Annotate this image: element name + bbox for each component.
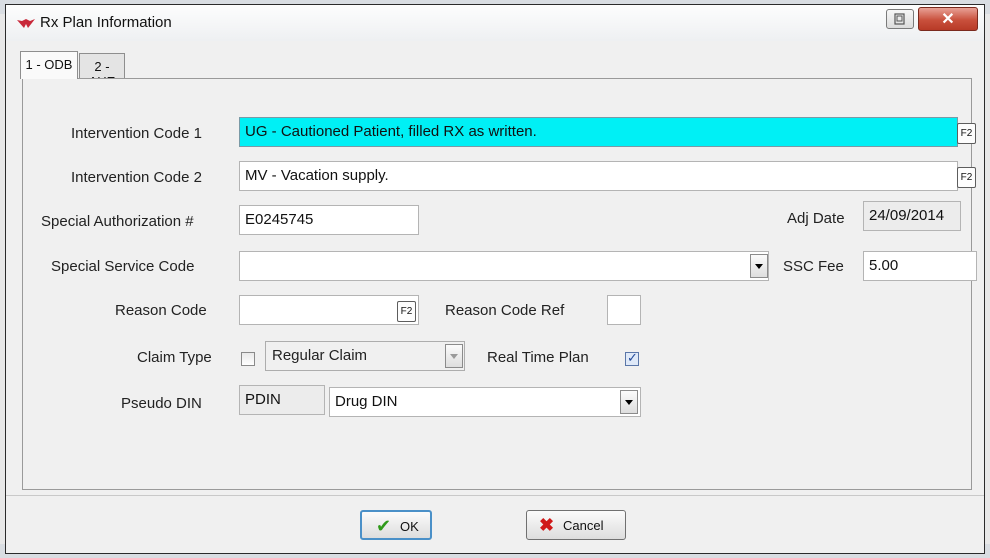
pseudo-din-field: PDIN bbox=[239, 385, 325, 415]
chevron-down-icon bbox=[625, 400, 633, 405]
real-time-plan-label: Real Time Plan bbox=[487, 349, 589, 366]
drug-din-dropdown-button[interactable] bbox=[620, 390, 638, 414]
adj-date-field: 24/09/2014 bbox=[863, 201, 961, 231]
reason-code-label: Reason Code bbox=[115, 302, 207, 319]
intervention-code-2-label: Intervention Code 2 bbox=[71, 169, 202, 186]
pseudo-din-label: Pseudo DIN bbox=[121, 395, 202, 412]
close-icon: ✕ bbox=[941, 11, 955, 28]
dialog-footer: ✔ OK ✖ Cancel bbox=[6, 495, 984, 554]
title-bar: Rx Plan Information ✕ bbox=[6, 5, 984, 41]
reason-code-ref-field[interactable] bbox=[607, 295, 641, 325]
cancel-button[interactable]: ✖ Cancel bbox=[526, 510, 626, 540]
rx-plan-dialog: Rx Plan Information ✕ 1 - ODB 2 - AHE In… bbox=[5, 4, 985, 554]
app-logo-icon bbox=[17, 19, 35, 28]
special-service-code-select[interactable] bbox=[239, 251, 769, 281]
ok-button[interactable]: ✔ OK bbox=[360, 510, 432, 540]
chevron-down-icon bbox=[450, 354, 458, 359]
claim-type-select: Regular Claim bbox=[265, 341, 465, 371]
special-service-code-dropdown-button[interactable] bbox=[750, 254, 768, 278]
intervention-code-1-field[interactable]: UG - Cautioned Patient, filled RX as wri… bbox=[239, 117, 958, 147]
real-time-plan-checkbox[interactable]: ✓ bbox=[625, 350, 639, 366]
intervention-code-2-field[interactable]: MV - Vacation supply. bbox=[239, 161, 958, 191]
tab-ahe[interactable]: 2 - AHE bbox=[79, 53, 125, 89]
cancel-button-label: Cancel bbox=[563, 518, 604, 533]
drug-din-select[interactable]: Drug DIN bbox=[329, 387, 641, 417]
ssc-fee-field[interactable]: 5.00 bbox=[863, 251, 977, 281]
tab-odb[interactable]: 1 - ODB bbox=[20, 51, 78, 79]
reason-code-field[interactable] bbox=[239, 295, 419, 325]
close-button[interactable]: ✕ bbox=[918, 7, 978, 31]
special-authorization-label: Special Authorization # bbox=[41, 213, 194, 230]
cancel-x-icon: ✖ bbox=[539, 515, 555, 535]
tab-panel-odb: Intervention Code 1 UG - Cautioned Patie… bbox=[22, 78, 977, 490]
restore-button[interactable] bbox=[886, 9, 914, 29]
reason-code-ref-label: Reason Code Ref bbox=[445, 302, 565, 319]
ssc-fee-label: SSC Fee bbox=[783, 258, 844, 275]
reason-code-lookup-button[interactable]: F2 bbox=[397, 301, 416, 322]
restore-icon bbox=[894, 13, 905, 25]
ok-button-label: OK bbox=[400, 519, 419, 534]
special-service-code-label: Special Service Code bbox=[51, 258, 195, 275]
intervention-code-1-lookup-button[interactable]: F2 bbox=[957, 123, 976, 144]
checkmark-icon: ✔ bbox=[376, 516, 392, 536]
claim-type-checkbox[interactable] bbox=[241, 352, 255, 366]
special-authorization-field[interactable]: E0245745 bbox=[239, 205, 419, 235]
claim-type-dropdown-button bbox=[445, 344, 463, 368]
intervention-code-2-lookup-button[interactable]: F2 bbox=[957, 167, 976, 188]
window-title: Rx Plan Information bbox=[40, 14, 172, 31]
intervention-code-1-label: Intervention Code 1 bbox=[71, 125, 202, 142]
checkmark-icon: ✓ bbox=[627, 350, 638, 365]
adj-date-label: Adj Date bbox=[787, 210, 845, 227]
claim-type-label: Claim Type bbox=[137, 349, 212, 366]
chevron-down-icon bbox=[755, 264, 763, 269]
